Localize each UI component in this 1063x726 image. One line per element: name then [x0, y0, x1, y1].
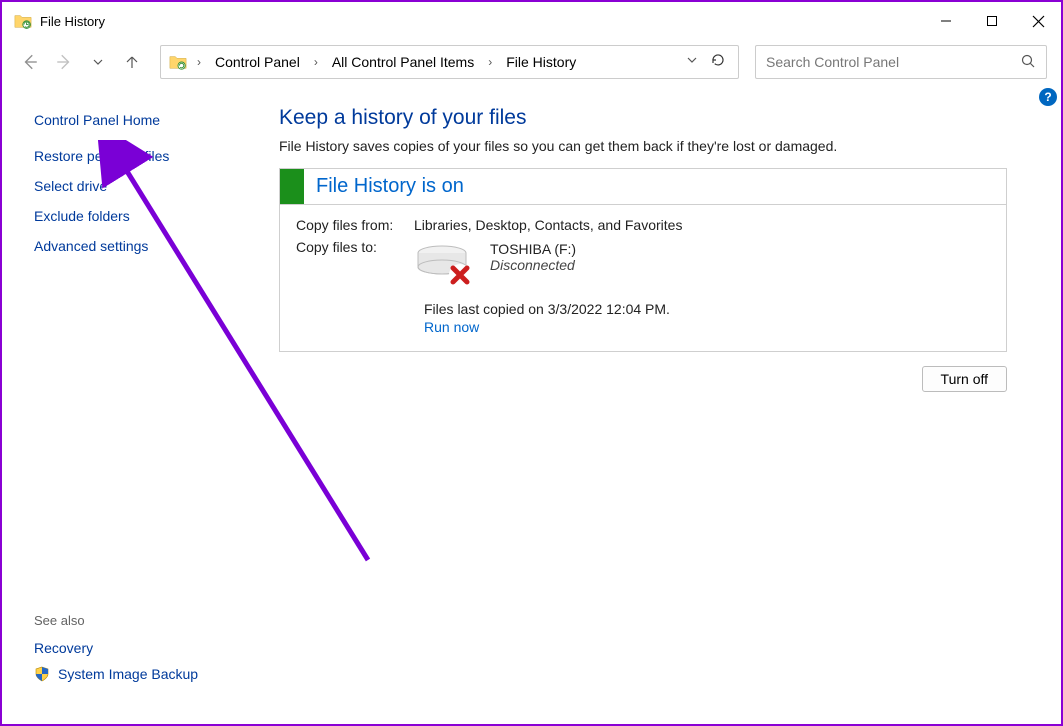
maximize-button[interactable] [969, 2, 1015, 40]
search-input[interactable]: Search Control Panel [755, 45, 1047, 79]
status-panel: File History is on Copy files from: Libr… [279, 168, 1007, 352]
restore-personal-files-link[interactable]: Restore personal files [34, 148, 249, 164]
file-history-icon [169, 53, 187, 71]
window-controls [923, 2, 1061, 40]
file-history-window: File History [0, 0, 1063, 726]
copy-from-value: Libraries, Desktop, Contacts, and Favori… [414, 217, 682, 233]
title-bar: File History [2, 2, 1061, 40]
select-drive-link[interactable]: Select drive [34, 178, 249, 194]
recovery-link[interactable]: Recovery [34, 640, 249, 656]
copy-to-label: Copy files to: [296, 239, 414, 255]
drive-icon [414, 241, 476, 287]
up-button[interactable] [118, 48, 146, 76]
chevron-right-icon: › [193, 55, 205, 69]
recent-dropdown[interactable] [84, 48, 112, 76]
exclude-folders-link[interactable]: Exclude folders [34, 208, 249, 224]
file-history-icon [14, 12, 32, 30]
see-also-label: See also [34, 613, 249, 628]
main-panel: Keep a history of your files File Histor… [267, 84, 1061, 724]
breadcrumb-item[interactable]: Control Panel [211, 52, 304, 72]
breadcrumb-item[interactable]: All Control Panel Items [328, 52, 478, 72]
chevron-right-icon: › [484, 55, 496, 69]
content-area: ? Control Panel Home Restore personal fi… [2, 84, 1061, 724]
back-button[interactable] [16, 48, 44, 76]
page-description: File History saves copies of your files … [279, 138, 1007, 154]
drive-name: TOSHIBA (F:) [490, 241, 576, 257]
close-button[interactable] [1015, 2, 1061, 40]
navigation-bar: › Control Panel › All Control Panel Item… [2, 40, 1061, 84]
search-placeholder: Search Control Panel [766, 54, 899, 70]
sidebar: Control Panel Home Restore personal file… [2, 84, 267, 724]
address-bar[interactable]: › Control Panel › All Control Panel Item… [160, 45, 739, 79]
window-title: File History [40, 14, 105, 29]
status-panel-header: File History is on [280, 169, 1006, 205]
forward-button[interactable] [50, 48, 78, 76]
turn-off-button[interactable]: Turn off [922, 366, 1007, 392]
breadcrumb-item[interactable]: File History [502, 52, 580, 72]
address-dropdown[interactable] [686, 53, 698, 71]
status-title: File History is on [304, 169, 476, 204]
system-image-backup-link[interactable]: System Image Backup [34, 666, 249, 682]
copy-from-label: Copy files from: [296, 217, 414, 233]
run-now-link[interactable]: Run now [424, 319, 990, 335]
shield-icon [34, 666, 50, 682]
see-also-section: See also Recovery System Image Backup [34, 613, 249, 714]
drive-status: Disconnected [490, 257, 576, 273]
control-panel-home-link[interactable]: Control Panel Home [34, 112, 249, 128]
page-title: Keep a history of your files [279, 106, 1007, 130]
last-copied-text: Files last copied on 3/3/2022 12:04 PM. [424, 301, 990, 317]
status-indicator [280, 169, 304, 204]
minimize-button[interactable] [923, 2, 969, 40]
chevron-right-icon: › [310, 55, 322, 69]
advanced-settings-link[interactable]: Advanced settings [34, 238, 249, 254]
refresh-button[interactable] [710, 52, 726, 73]
search-icon [1020, 53, 1036, 72]
